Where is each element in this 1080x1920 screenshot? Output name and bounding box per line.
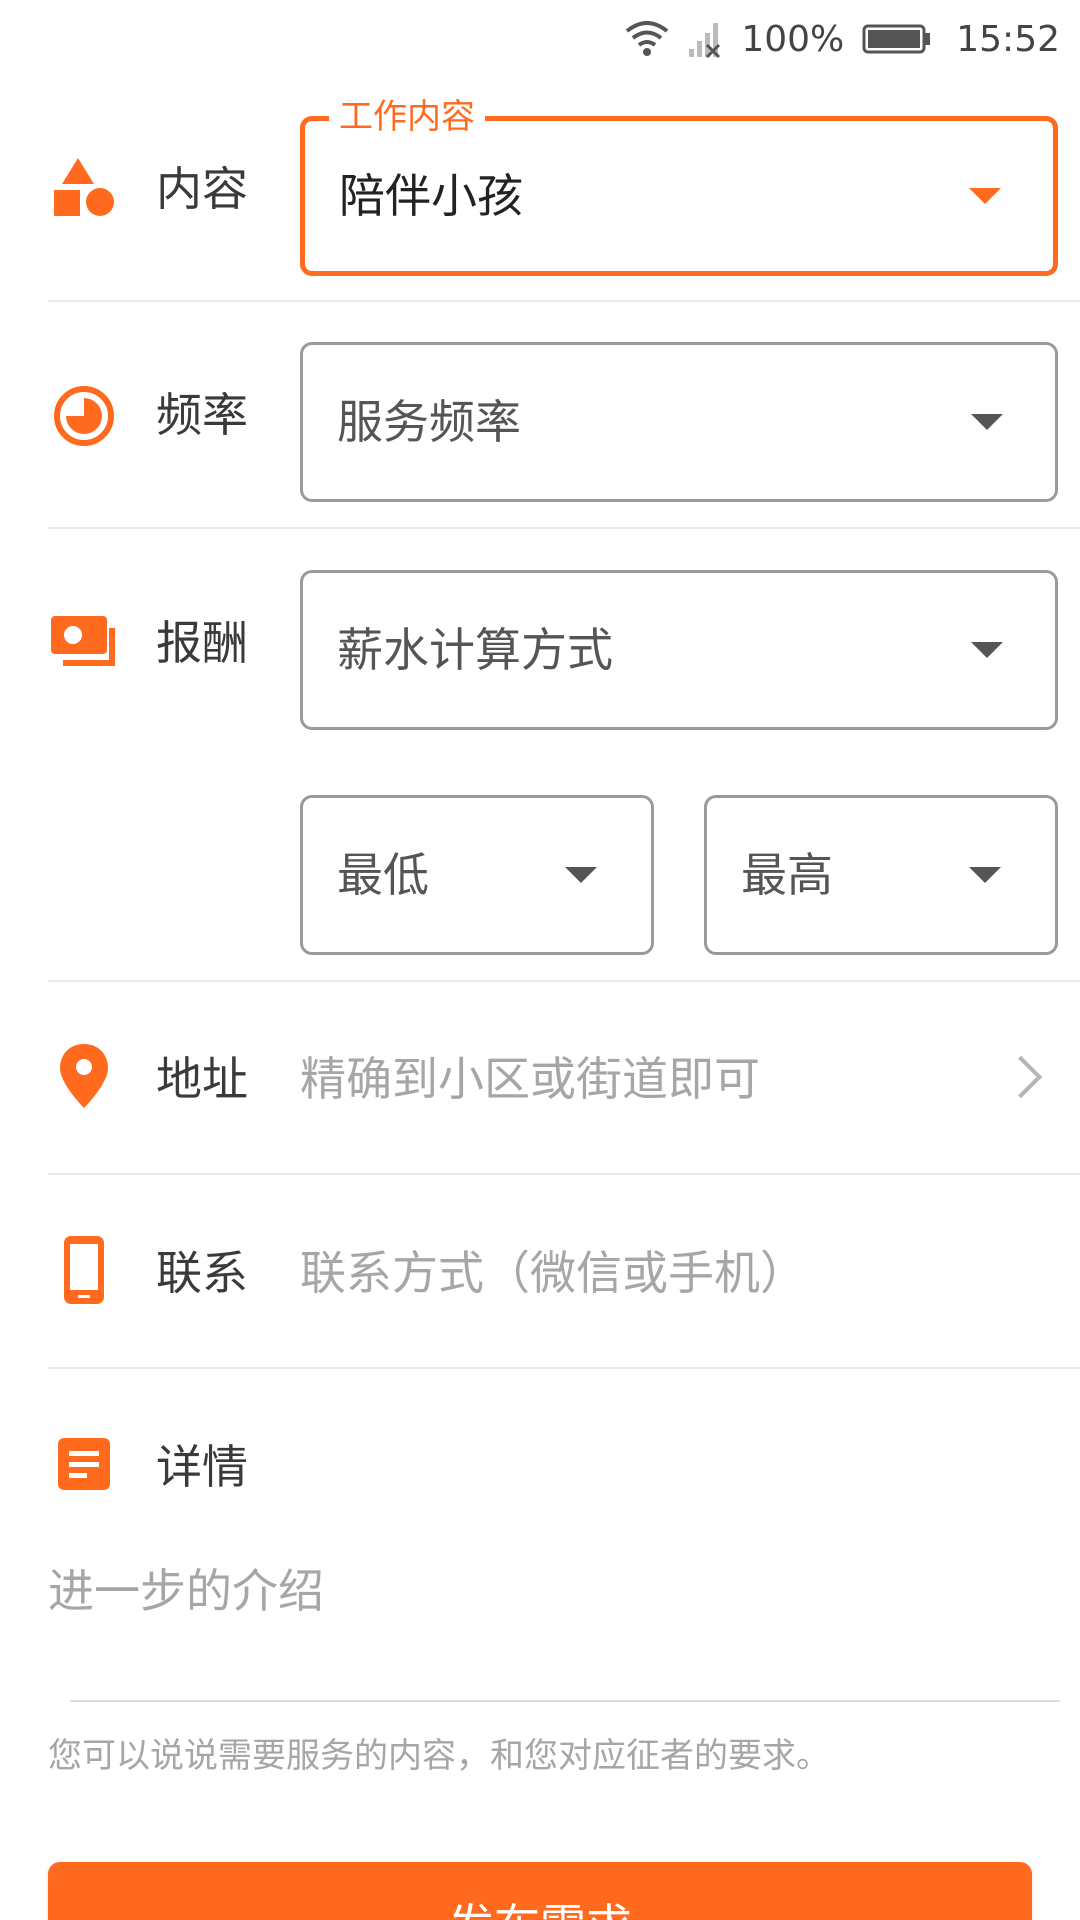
divider — [48, 1367, 1080, 1369]
status-bar: 100% 15:52 — [0, 0, 1080, 78]
post-request-page: 100% 15:52 内容 工作内容 陪伴小孩 频率 服务频率 报酬 薪水计算方… — [0, 0, 1080, 1920]
pay-label: 报酬 — [156, 616, 248, 670]
address-label: 地址 — [156, 1052, 248, 1106]
salary-method-value: 薪水计算方式 — [337, 623, 613, 677]
min-salary-dropdown[interactable]: 最低 — [300, 795, 654, 955]
max-salary-value: 最高 — [741, 848, 833, 902]
detail-label: 详情 — [156, 1440, 248, 1494]
clock-icon — [48, 380, 120, 452]
money-icon — [48, 606, 120, 678]
divider — [48, 300, 1080, 302]
frequency-value: 服务频率 — [337, 395, 521, 449]
salary-method-dropdown[interactable]: 薪水计算方式 — [300, 570, 1058, 730]
dropdown-arrow-icon — [969, 867, 1001, 883]
work-content-dropdown[interactable]: 工作内容 陪伴小孩 — [300, 97, 1058, 276]
frequency-dropdown[interactable]: 服务频率 — [300, 342, 1058, 502]
phone-icon — [48, 1234, 120, 1306]
dropdown-arrow-icon — [971, 642, 1003, 658]
battery-percent: 100% — [741, 18, 845, 60]
chevron-right-icon[interactable] — [999, 1055, 1043, 1099]
dropdown-arrow-icon — [969, 188, 1001, 204]
detail-underline — [70, 1700, 1060, 1702]
contact-input[interactable]: 联系方式（微信或手机） — [300, 1250, 806, 1296]
wifi-icon — [625, 19, 669, 59]
max-salary-dropdown[interactable]: 最高 — [704, 795, 1058, 955]
work-content-float-label: 工作内容 — [329, 97, 485, 138]
status-time: 15:52 — [956, 18, 1060, 60]
location-pin-icon — [48, 1040, 120, 1112]
contact-label: 联系 — [156, 1246, 248, 1300]
submit-request-button[interactable]: 发布需求 — [48, 1862, 1032, 1920]
divider — [48, 1173, 1080, 1175]
work-content-value: 陪伴小孩 — [339, 169, 523, 223]
detail-input[interactable]: 进一步的介绍 — [48, 1568, 324, 1614]
signal-icon — [687, 19, 723, 59]
battery-icon — [862, 22, 932, 56]
shapes-icon — [48, 152, 120, 224]
min-salary-value: 最低 — [337, 848, 429, 902]
dropdown-arrow-icon — [565, 867, 597, 883]
address-input[interactable]: 精确到小区或街道即可 — [300, 1056, 760, 1102]
divider — [48, 980, 1080, 982]
detail-helper-text: 您可以说说需要服务的内容，和您对应征者的要求。 — [48, 1736, 830, 1776]
content-label: 内容 — [156, 162, 248, 216]
frequency-label: 频率 — [156, 388, 248, 442]
document-icon — [48, 1428, 120, 1500]
divider — [48, 527, 1080, 529]
dropdown-arrow-icon — [971, 414, 1003, 430]
